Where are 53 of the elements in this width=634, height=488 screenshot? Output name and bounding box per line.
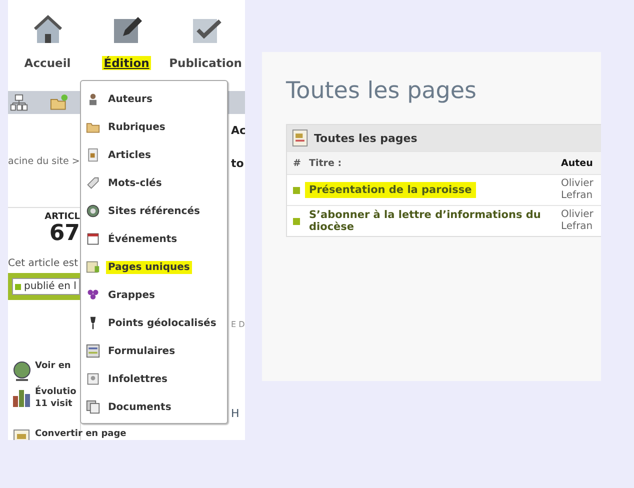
- menu-item[interactable]: Points géolocalisés: [81, 309, 227, 337]
- stat-value: 67: [48, 222, 80, 246]
- menu-item[interactable]: Événements: [81, 225, 227, 253]
- nav-tab[interactable]: Édition: [102, 56, 152, 70]
- status-select[interactable]: publié en l: [12, 278, 80, 295]
- menu-item[interactable]: Grappes: [81, 281, 227, 309]
- menu-item[interactable]: Mots-clés: [81, 169, 227, 197]
- column-header: #: [292, 158, 302, 168]
- link-text[interactable]: Voir en: [35, 360, 71, 372]
- column-header[interactable]: Titre :: [309, 158, 561, 168]
- nav-tab[interactable]: Accueil: [22, 56, 73, 70]
- globe-icon[interactable]: [11, 360, 33, 382]
- column-header: Auteu: [561, 158, 594, 168]
- column-fragment: E D: [231, 320, 245, 329]
- page-link[interactable]: S’abonner à la lettre d’informations du diocèse: [305, 207, 553, 235]
- heading-fragment: Ac: [231, 124, 245, 137]
- stat-label: ARTICL: [44, 212, 80, 222]
- house-icon[interactable]: [32, 14, 64, 46]
- folder-icon: [86, 120, 100, 134]
- menu-item[interactable]: Sites référencés: [81, 197, 227, 225]
- menu-item[interactable]: Articles: [81, 141, 227, 169]
- status-square: [293, 218, 300, 224]
- menu-item[interactable]: Documents: [81, 393, 227, 421]
- menu-item[interactable]: Infolettres: [81, 365, 227, 393]
- author-name: Lefran: [561, 221, 594, 233]
- sitemap-icon[interactable]: [10, 94, 28, 112]
- list-title: Toutes les pages: [314, 132, 418, 144]
- link-text[interactable]: 11 visit: [35, 398, 76, 410]
- grapes-icon: [86, 288, 100, 302]
- page-link[interactable]: Présentation de la paroisse: [305, 182, 476, 198]
- link-text[interactable]: Convertir en page: [35, 428, 126, 440]
- form-icon: [86, 344, 100, 358]
- tag-icon: [86, 176, 100, 190]
- menu-item[interactable]: Pages uniques: [81, 253, 227, 281]
- breadcrumb: acine du site >: [8, 156, 80, 167]
- pages-icon: [86, 260, 100, 274]
- menu-item[interactable]: Rubriques: [81, 113, 227, 141]
- author-name: Olivier: [561, 209, 594, 221]
- page-icon: [292, 129, 308, 147]
- link-text[interactable]: Évolutio: [35, 386, 76, 398]
- menu-item[interactable]: Auteurs: [81, 85, 227, 113]
- docs-icon: [86, 400, 100, 414]
- article-icon: [86, 148, 100, 162]
- page-title: Toutes les pages: [286, 78, 478, 104]
- author-name: Lefran: [561, 190, 594, 202]
- nav-tab[interactable]: Publication: [167, 56, 244, 70]
- calendar-icon: [86, 232, 100, 246]
- menu-item[interactable]: Formulaires: [81, 337, 227, 365]
- tab-fragment: H: [231, 407, 240, 420]
- author-name: Olivier: [561, 178, 594, 190]
- status-square: [293, 186, 300, 194]
- title-fragment: to: [231, 157, 245, 170]
- status-text: Cet article est: [8, 258, 80, 269]
